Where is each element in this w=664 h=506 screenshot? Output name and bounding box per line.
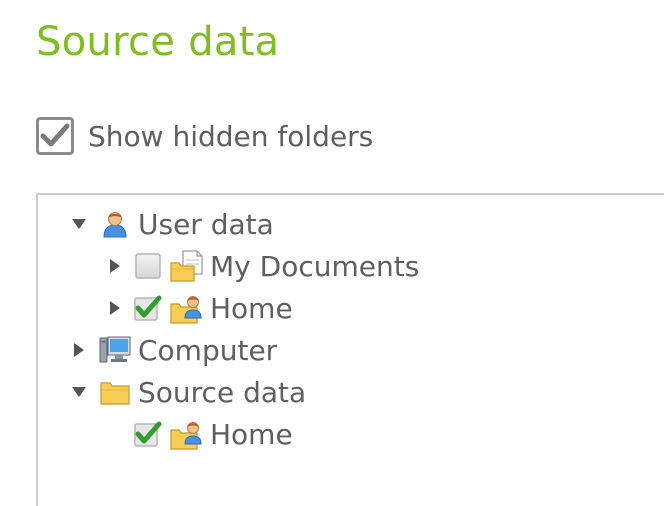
collapse-arrow-icon[interactable] <box>68 339 90 361</box>
folder-tree: User data My Documents Home Computer Sou… <box>36 193 664 506</box>
show-hidden-folders-label: Show hidden folders <box>88 119 374 153</box>
collapse-arrow-icon[interactable] <box>104 255 126 277</box>
expand-arrow-icon[interactable] <box>68 381 90 403</box>
home-folder-icon <box>170 291 204 325</box>
tree-node-label: Computer <box>138 333 278 367</box>
tree-node-label: Source data <box>138 375 307 409</box>
show-hidden-folders-checkbox[interactable] <box>36 117 74 155</box>
tree-checkbox-checked[interactable] <box>134 294 162 322</box>
documents-folder-icon <box>170 249 204 283</box>
show-hidden-folders-row[interactable]: Show hidden folders <box>36 113 373 159</box>
checkmark-icon <box>40 123 70 147</box>
tree-node-source-home[interactable]: Home <box>104 414 293 454</box>
tree-node-label: Home <box>210 291 293 325</box>
tree-node-label: My Documents <box>210 249 420 283</box>
collapse-arrow-icon[interactable] <box>104 297 126 319</box>
tree-node-label: Home <box>210 417 293 451</box>
folder-icon <box>98 375 132 409</box>
tree-checkbox-checked[interactable] <box>134 420 162 448</box>
home-folder-icon <box>170 417 204 451</box>
arrow-spacer <box>104 423 126 445</box>
tree-node-computer[interactable]: Computer <box>68 330 277 370</box>
tree-node-my-documents[interactable]: My Documents <box>104 246 419 286</box>
page-title: Source data <box>36 19 280 65</box>
tree-node-user-data[interactable]: User data <box>68 204 274 244</box>
page: Source data Show hidden folders User dat… <box>0 0 664 506</box>
expand-arrow-icon[interactable] <box>68 213 90 235</box>
tree-node-home[interactable]: Home <box>104 288 293 328</box>
tree-checkbox-unchecked[interactable] <box>134 252 162 280</box>
user-icon <box>98 207 132 241</box>
computer-icon <box>98 333 132 367</box>
tree-node-source-data[interactable]: Source data <box>68 372 306 412</box>
tree-node-label: User data <box>138 207 274 241</box>
